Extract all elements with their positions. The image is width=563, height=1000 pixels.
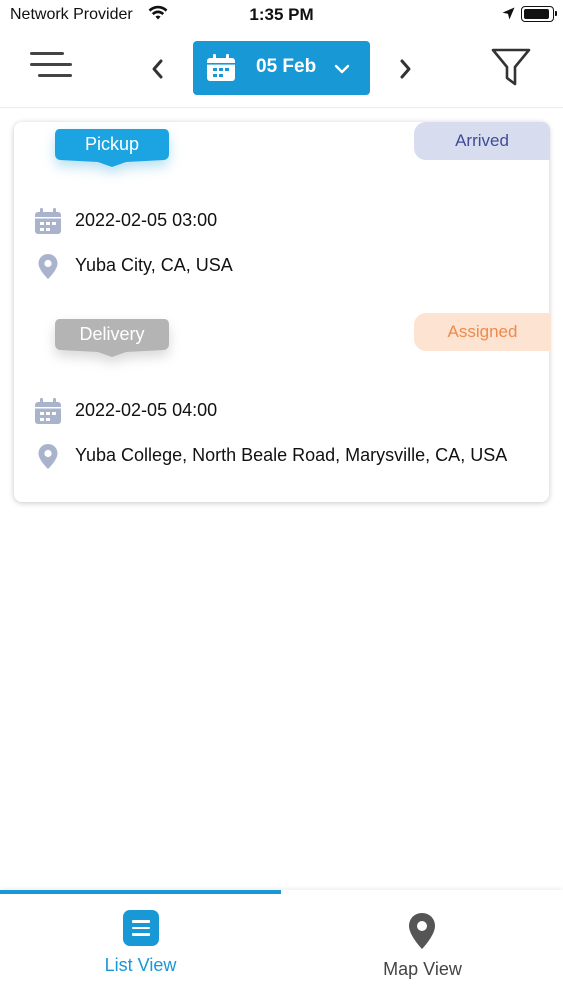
status-time: 1:35 PM (249, 5, 314, 24)
filter-icon (491, 48, 531, 86)
app-screen: Network Provider 1:35 PM 05 Feb Pickup A… (0, 0, 563, 1000)
tab-map-view[interactable]: Map View (282, 894, 563, 1000)
calendar-icon (206, 54, 236, 87)
pickup-tag-label: Pickup (84, 134, 140, 154)
tab-map-view-label: Map View (383, 959, 462, 979)
filter-button[interactable] (490, 46, 532, 90)
pickup-datetime: 2022-02-05 03:00 (75, 210, 218, 230)
delivery-tag: Delivery (54, 318, 170, 358)
calendar-icon (34, 207, 62, 240)
order-card[interactable]: Pickup Arrived 2022-02-05 03:00 Yuba Cit… (14, 122, 551, 502)
battery-icon (521, 6, 557, 22)
map-pin-icon (407, 912, 437, 955)
next-date-button[interactable] (393, 54, 417, 84)
chevron-down-icon (334, 62, 350, 80)
previous-date-button[interactable] (146, 54, 170, 84)
tab-list-view[interactable]: List View (0, 894, 281, 1000)
status-badge-assigned: Assigned (414, 313, 551, 351)
location-arrow-icon (502, 7, 515, 25)
delivery-datetime: 2022-02-05 04:00 (75, 400, 218, 420)
chevron-left-icon (152, 59, 163, 79)
selected-date: 05 Feb (256, 56, 317, 77)
tab-list-view-label: List View (104, 955, 177, 975)
calendar-icon (34, 397, 62, 430)
date-picker-button[interactable]: 05 Feb (193, 41, 370, 95)
list-icon (123, 910, 159, 946)
chevron-right-icon (400, 59, 411, 79)
menu-button[interactable] (30, 52, 72, 86)
location-pin-icon (34, 252, 62, 285)
top-toolbar: 05 Feb (0, 30, 563, 108)
status-badge-arrived: Arrived (414, 122, 550, 160)
pickup-tag: Pickup (54, 128, 170, 168)
location-pin-icon (34, 442, 62, 475)
bottom-nav: List View Map View (0, 890, 563, 1000)
delivery-tag-label: Delivery (79, 324, 145, 344)
status-bar: Network Provider 1:35 PM (0, 0, 563, 30)
delivery-address: Yuba College, North Beale Road, Marysvil… (75, 445, 508, 465)
pickup-address: Yuba City, CA, USA (75, 255, 233, 275)
